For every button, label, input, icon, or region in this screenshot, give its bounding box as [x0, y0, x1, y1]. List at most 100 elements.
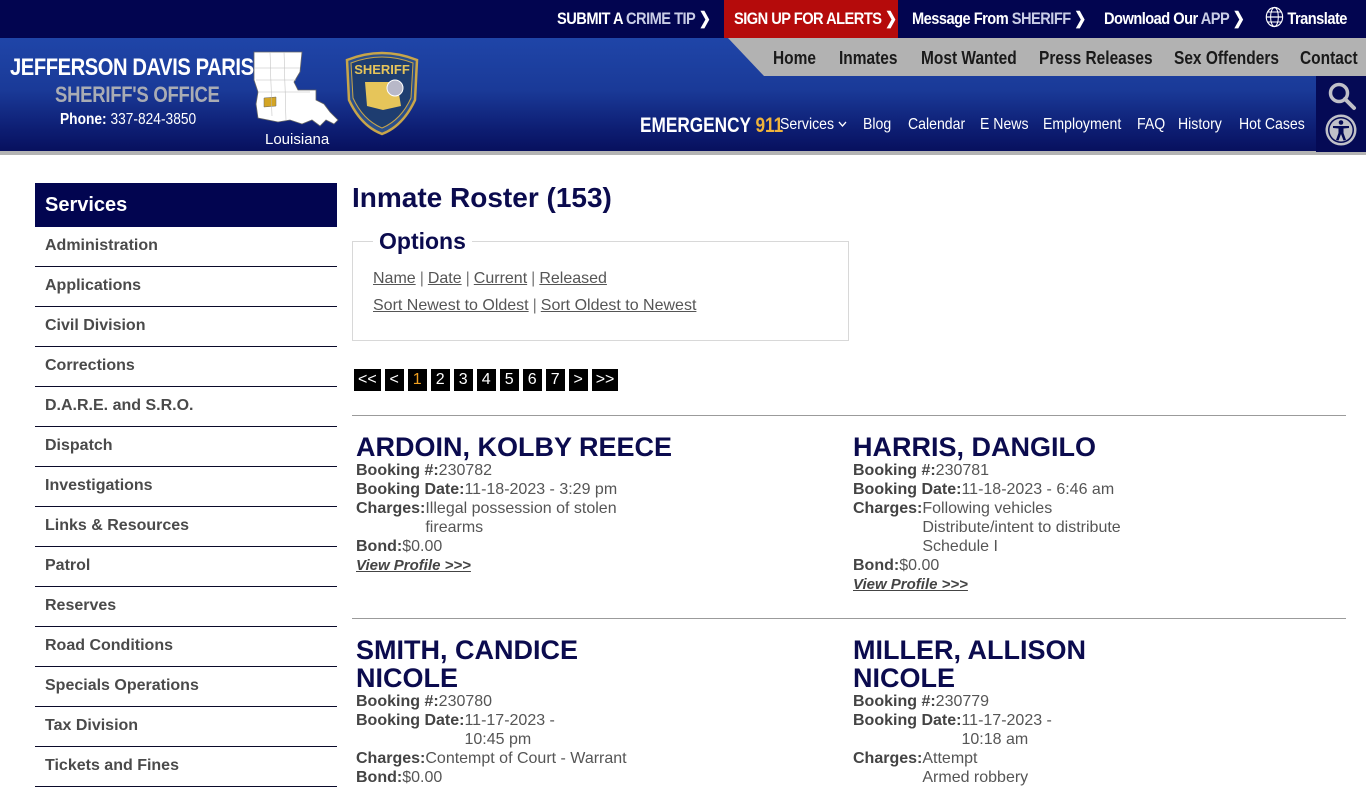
nav-home[interactable]: Home: [773, 38, 816, 76]
label: Booking Date:: [853, 712, 962, 729]
sign-up-alerts-link[interactable]: SIGN UP FOR ALERTS ❯: [734, 0, 897, 38]
separator: |: [532, 297, 537, 314]
options-fieldset: Options Name | Date | Current | Released Sort …: [352, 228, 849, 341]
link-text-light: CRIME TIP: [626, 9, 696, 28]
page-4-button[interactable]: 4: [476, 369, 496, 391]
nav-faq[interactable]: FAQ: [1137, 116, 1165, 134]
sidebar-item-tickets-fines[interactable]: Tickets and Fines: [35, 747, 337, 787]
primary-nav: Home Inmates Most Wanted Press Releases …: [728, 38, 1366, 76]
page-6-button[interactable]: 6: [522, 369, 542, 391]
sidebar-item-patrol[interactable]: Patrol: [35, 547, 337, 587]
inmate-card: HARRIS, DANGILO Booking #: 230781 Booking…: [853, 433, 1183, 594]
download-app-link[interactable]: Download Our APP ❯: [1104, 0, 1245, 38]
view-profile-link[interactable]: View Profile >>>: [853, 575, 1183, 594]
page-1-button[interactable]: 1: [407, 369, 427, 391]
link-text: SUBMIT A: [557, 9, 627, 28]
sidebar-item-civil-division[interactable]: Civil Division: [35, 307, 337, 347]
sidebar-item-investigations[interactable]: Investigations: [35, 467, 337, 507]
inmate-name: ARDOIN, KOLBY REECE: [356, 432, 673, 462]
inmate-name: MILLER, ALLISON NICOLE: [853, 635, 1086, 693]
value: $0.00: [402, 538, 443, 555]
bond: Bond: $0.00: [853, 556, 1183, 575]
sidebar-item-tax-division[interactable]: Tax Division: [35, 707, 337, 747]
chevron-right-icon: ❯: [1074, 9, 1086, 28]
page-prev-button[interactable]: <: [384, 369, 404, 391]
page-7-button[interactable]: 7: [545, 369, 565, 391]
nav-contact[interactable]: Contact: [1300, 38, 1358, 76]
search-icon[interactable]: [1327, 81, 1357, 111]
chevron-right-icon: ❯: [1232, 9, 1245, 28]
translate-button[interactable]: Translate: [1265, 0, 1347, 38]
globe-icon: [1265, 6, 1284, 28]
separator: |: [419, 270, 424, 287]
link-text: Download Our: [1104, 9, 1201, 28]
charge: Distribute/intent to distribute: [922, 519, 1121, 536]
sort-newest-link[interactable]: Sort Newest to Oldest: [373, 297, 529, 314]
charge: Attempt: [922, 750, 978, 767]
top-bar: SUBMIT A CRIME TIP ❯ SIGN UP FOR ALERTS ❯ …: [0, 0, 1366, 38]
header-divider: [0, 151, 1366, 155]
sidebar-item-links-resources[interactable]: Links & Resources: [35, 507, 337, 547]
nav-calendar[interactable]: Calendar: [908, 116, 965, 134]
brand-title: JEFFERSON DAVIS PARISH: [10, 54, 268, 81]
submit-crime-tip-link[interactable]: SUBMIT A CRIME TIP ❯: [557, 0, 711, 38]
badge-text: SHERIFF: [354, 62, 410, 77]
charges: Charges: Attempt Armed robbery: [853, 749, 1093, 787]
nav-blog[interactable]: Blog: [863, 116, 891, 134]
sort-oldest-link[interactable]: Sort Oldest to Newest: [541, 297, 697, 314]
page-3-button[interactable]: 3: [453, 369, 473, 391]
value: 11-17-2023 - 10:45 pm: [464, 712, 555, 748]
divider: [352, 415, 1346, 416]
filter-date-link[interactable]: Date: [428, 270, 462, 287]
sidebar-item-reserves[interactable]: Reserves: [35, 587, 337, 627]
accessibility-icon[interactable]: [1324, 113, 1358, 147]
services-sidebar: Services Administration Applications Civ…: [35, 183, 337, 787]
page-next-button[interactable]: >: [568, 369, 588, 391]
view-profile-link[interactable]: View Profile >>>: [356, 556, 676, 575]
label: Charges:: [356, 500, 426, 517]
message-from-sheriff-link[interactable]: Message From SHERIFF ❯: [912, 0, 1086, 38]
sidebar-item-administration[interactable]: Administration: [35, 227, 337, 267]
charge: firearms: [425, 519, 484, 536]
nav-most-wanted[interactable]: Most Wanted: [921, 38, 1017, 76]
page-2-button[interactable]: 2: [430, 369, 450, 391]
nav-inmates[interactable]: Inmates: [839, 38, 898, 76]
bond: Bond: $0.00: [356, 537, 676, 556]
sidebar-item-special-operations[interactable]: Specials Operations: [35, 667, 337, 707]
nav-employment[interactable]: Employment: [1043, 116, 1121, 134]
sidebar-item-dare-sro[interactable]: D.A.R.E. and S.R.O.: [35, 387, 337, 427]
sidebar-item-dispatch[interactable]: Dispatch: [35, 427, 337, 467]
booking-date: Booking Date: 11-18-2023 - 6:46 am: [853, 480, 1183, 499]
nav-hot-cases[interactable]: Hot Cases: [1239, 116, 1305, 134]
link-text: SIGN UP FOR ALERTS: [734, 9, 882, 28]
nav-sex-offenders[interactable]: Sex Offenders: [1174, 38, 1279, 76]
label: Bond:: [356, 538, 403, 555]
sidebar-item-corrections[interactable]: Corrections: [35, 347, 337, 387]
filter-current-link[interactable]: Current: [474, 270, 527, 287]
value: $0.00: [402, 769, 443, 786]
label: Charges:: [356, 750, 426, 767]
charge: Schedule I: [922, 538, 998, 555]
charge: Armed robbery: [922, 769, 1029, 786]
page-first-button[interactable]: <<: [354, 369, 381, 391]
emergency-911-link[interactable]: EMERGENCY 911: [640, 114, 783, 138]
label: Charges:: [853, 750, 923, 767]
filter-name-link[interactable]: Name: [373, 270, 416, 287]
inmate-name: HARRIS, DANGILO: [853, 432, 1096, 462]
sidebar-item-road-conditions[interactable]: Road Conditions: [35, 627, 337, 667]
page-last-button[interactable]: >>: [591, 369, 619, 391]
sort-links: Sort Newest to Oldest | Sort Oldest to New…: [373, 297, 696, 315]
sidebar-item-applications[interactable]: Applications: [35, 267, 337, 307]
nav-history[interactable]: History: [1178, 116, 1222, 134]
brand-subtitle: SHERIFF'S OFFICE: [55, 82, 220, 107]
phone-label: Phone:: [60, 111, 107, 128]
page-5-button[interactable]: 5: [499, 369, 519, 391]
label: Booking #:: [356, 462, 439, 479]
filter-released-link[interactable]: Released: [539, 270, 607, 287]
nav-press-releases[interactable]: Press Releases: [1039, 38, 1153, 76]
nav-services[interactable]: Services: [780, 116, 847, 134]
link-text-light: APP: [1200, 9, 1230, 28]
inmate-name: SMITH, CANDICE NICOLE: [356, 635, 578, 693]
nav-enews[interactable]: E News: [980, 116, 1029, 134]
label: Charges:: [853, 500, 923, 517]
